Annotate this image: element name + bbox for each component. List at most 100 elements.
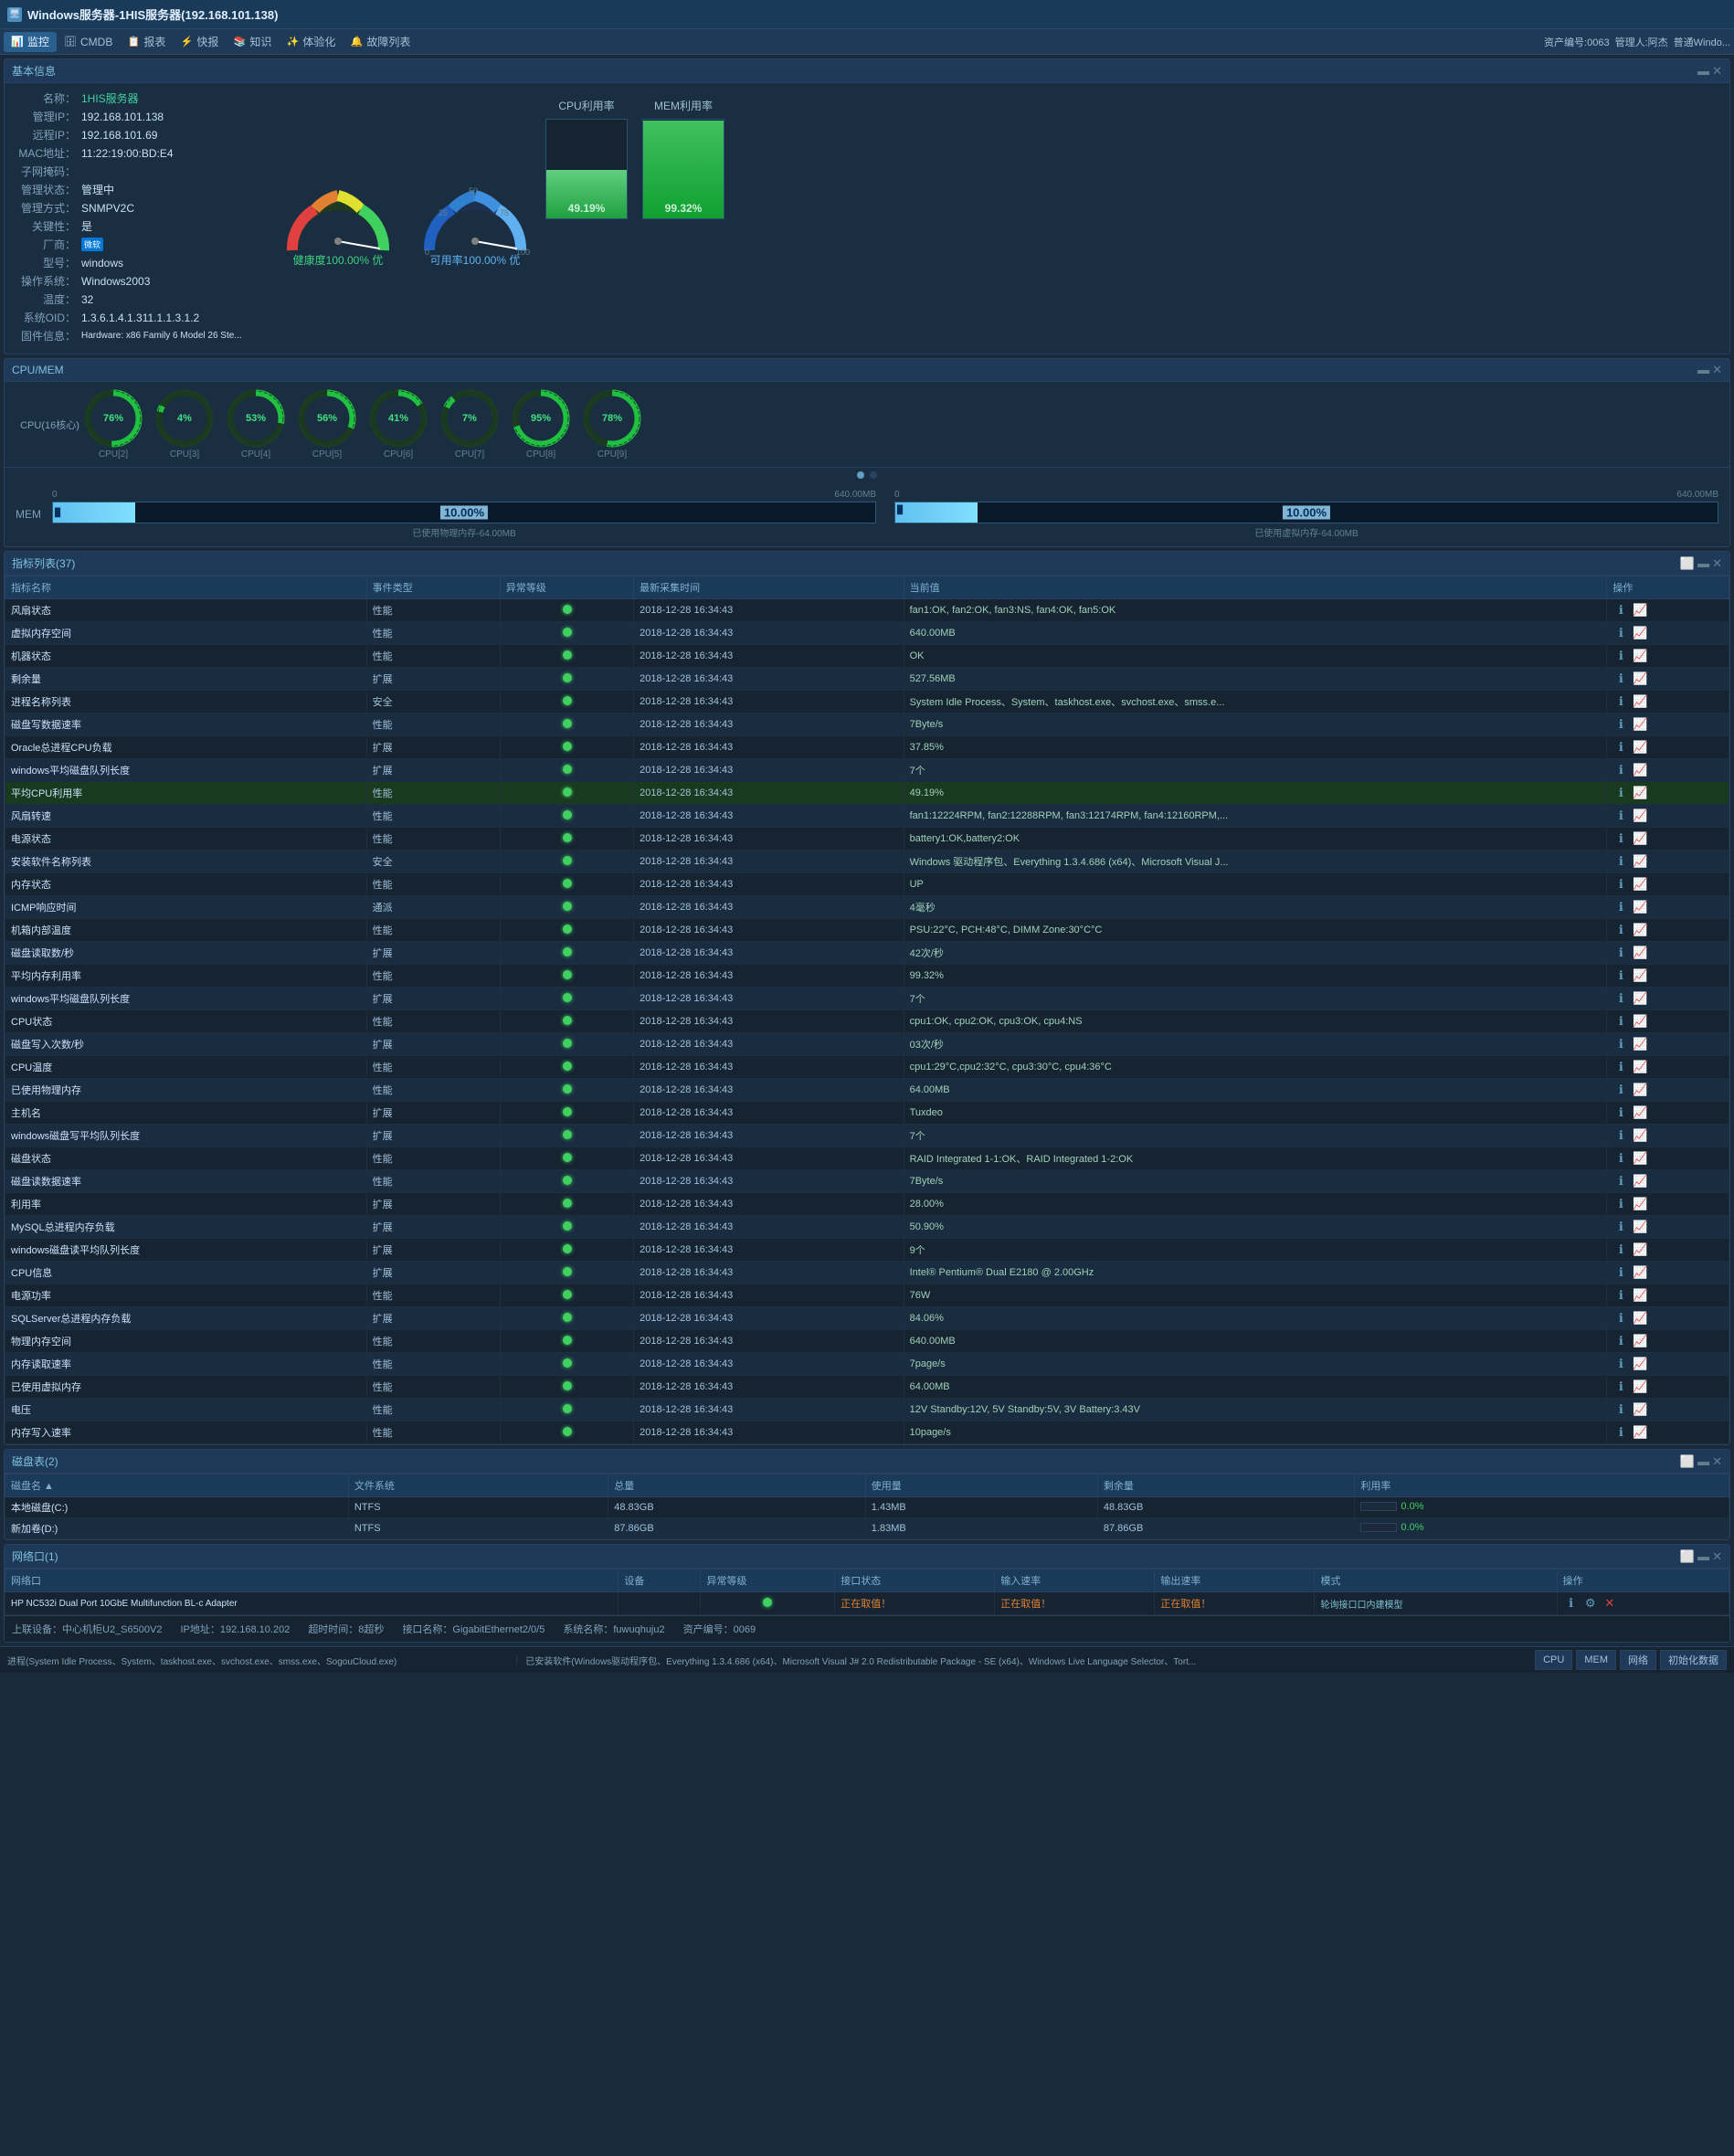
action-info-icon[interactable]: ℹ bbox=[1612, 1173, 1629, 1189]
action-chart-icon[interactable]: 📈 bbox=[1632, 602, 1648, 618]
nav-quick[interactable]: ⚡ 快报 bbox=[173, 32, 226, 52]
action-chart-icon[interactable]: 📈 bbox=[1632, 1150, 1648, 1167]
network-minimize-icon[interactable]: ▬ bbox=[1697, 1549, 1709, 1564]
disk-minimize-icon[interactable]: ▬ bbox=[1697, 1454, 1709, 1469]
action-info-icon[interactable]: ℹ bbox=[1612, 739, 1629, 756]
action-info-icon[interactable]: ℹ bbox=[1612, 1127, 1629, 1144]
action-chart-icon[interactable]: 📈 bbox=[1632, 671, 1648, 687]
page-dot-1[interactable] bbox=[857, 471, 864, 479]
action-chart-icon[interactable]: 📈 bbox=[1632, 1379, 1648, 1395]
action-chart-icon[interactable]: 📈 bbox=[1632, 808, 1648, 824]
action-chart-icon[interactable]: 📈 bbox=[1632, 1333, 1648, 1349]
action-info-icon[interactable]: ℹ bbox=[1612, 1379, 1629, 1395]
action-info-icon[interactable]: ℹ bbox=[1612, 1424, 1629, 1441]
action-chart-icon[interactable]: 📈 bbox=[1632, 648, 1648, 664]
action-info-icon[interactable]: ℹ bbox=[1612, 899, 1629, 915]
net-action-settings[interactable]: ⚙ bbox=[1582, 1595, 1599, 1612]
action-chart-icon[interactable]: 📈 bbox=[1632, 762, 1648, 778]
action-info-icon[interactable]: ℹ bbox=[1612, 648, 1629, 664]
action-info-icon[interactable]: ℹ bbox=[1612, 1104, 1629, 1121]
action-chart-icon[interactable]: 📈 bbox=[1632, 1036, 1648, 1052]
action-chart-icon[interactable]: 📈 bbox=[1632, 693, 1648, 710]
action-info-icon[interactable]: ℹ bbox=[1612, 1333, 1629, 1349]
action-info-icon[interactable]: ℹ bbox=[1612, 693, 1629, 710]
action-chart-icon[interactable]: 📈 bbox=[1632, 1287, 1648, 1304]
action-info-icon[interactable]: ℹ bbox=[1612, 1287, 1629, 1304]
action-chart-icon[interactable]: 📈 bbox=[1632, 899, 1648, 915]
tab-cpu[interactable]: CPU bbox=[1535, 1650, 1572, 1670]
cpumem-close-icon[interactable]: ✕ bbox=[1712, 363, 1722, 377]
action-info-icon[interactable]: ℹ bbox=[1612, 1310, 1629, 1326]
action-chart-icon[interactable]: 📈 bbox=[1632, 1173, 1648, 1189]
tab-network[interactable]: 网络 bbox=[1620, 1650, 1656, 1670]
action-info-icon[interactable]: ℹ bbox=[1612, 1356, 1629, 1372]
nav-report[interactable]: 📋 报表 bbox=[120, 32, 173, 52]
action-chart-icon[interactable]: 📈 bbox=[1632, 876, 1648, 893]
action-info-icon[interactable]: ℹ bbox=[1612, 716, 1629, 733]
action-info-icon[interactable]: ℹ bbox=[1612, 671, 1629, 687]
action-chart-icon[interactable]: 📈 bbox=[1632, 625, 1648, 641]
net-action-info[interactable]: ℹ bbox=[1563, 1595, 1580, 1612]
action-chart-icon[interactable]: 📈 bbox=[1632, 785, 1648, 801]
action-chart-icon[interactable]: 📈 bbox=[1632, 990, 1648, 1007]
action-chart-icon[interactable]: 📈 bbox=[1632, 1059, 1648, 1075]
action-info-icon[interactable]: ℹ bbox=[1612, 1264, 1629, 1281]
action-chart-icon[interactable]: 📈 bbox=[1632, 922, 1648, 938]
action-chart-icon[interactable]: 📈 bbox=[1632, 1219, 1648, 1235]
action-info-icon[interactable]: ℹ bbox=[1612, 1082, 1629, 1098]
action-chart-icon[interactable]: 📈 bbox=[1632, 1242, 1648, 1258]
action-info-icon[interactable]: ℹ bbox=[1612, 967, 1629, 984]
action-info-icon[interactable]: ℹ bbox=[1612, 1150, 1629, 1167]
action-chart-icon[interactable]: 📈 bbox=[1632, 1013, 1648, 1030]
action-chart-icon[interactable]: 📈 bbox=[1632, 830, 1648, 847]
action-chart-icon[interactable]: 📈 bbox=[1632, 716, 1648, 733]
tab-mem[interactable]: MEM bbox=[1576, 1650, 1616, 1670]
nav-cmdb[interactable]: 🗄 CMDB bbox=[57, 32, 120, 52]
action-chart-icon[interactable]: 📈 bbox=[1632, 1104, 1648, 1121]
action-info-icon[interactable]: ℹ bbox=[1612, 625, 1629, 641]
indicators-close-icon[interactable]: ✕ bbox=[1712, 556, 1722, 571]
action-chart-icon[interactable]: 📈 bbox=[1632, 1082, 1648, 1098]
action-info-icon[interactable]: ℹ bbox=[1612, 762, 1629, 778]
action-info-icon[interactable]: ℹ bbox=[1612, 1242, 1629, 1258]
action-chart-icon[interactable]: 📈 bbox=[1632, 1310, 1648, 1326]
action-chart-icon[interactable]: 📈 bbox=[1632, 1356, 1648, 1372]
action-info-icon[interactable]: ℹ bbox=[1612, 990, 1629, 1007]
net-action-delete[interactable]: ✕ bbox=[1602, 1595, 1618, 1612]
action-info-icon[interactable]: ℹ bbox=[1612, 1036, 1629, 1052]
action-info-icon[interactable]: ℹ bbox=[1612, 1401, 1629, 1418]
action-info-icon[interactable]: ℹ bbox=[1612, 602, 1629, 618]
disk-close-icon[interactable]: ✕ bbox=[1712, 1454, 1722, 1469]
action-info-icon[interactable]: ℹ bbox=[1612, 830, 1629, 847]
action-chart-icon[interactable]: 📈 bbox=[1632, 1401, 1648, 1418]
action-chart-icon[interactable]: 📈 bbox=[1632, 945, 1648, 961]
nav-experience[interactable]: ✨ 体验化 bbox=[279, 32, 343, 52]
action-info-icon[interactable]: ℹ bbox=[1612, 1196, 1629, 1212]
action-info-icon[interactable]: ℹ bbox=[1612, 922, 1629, 938]
action-info-icon[interactable]: ℹ bbox=[1612, 945, 1629, 961]
nav-knowledge[interactable]: 📚 知识 bbox=[226, 32, 279, 52]
action-chart-icon[interactable]: 📈 bbox=[1632, 739, 1648, 756]
indicators-minimize-icon[interactable]: ▬ bbox=[1697, 556, 1709, 571]
page-dot-2[interactable] bbox=[870, 471, 877, 479]
action-info-icon[interactable]: ℹ bbox=[1612, 1219, 1629, 1235]
action-chart-icon[interactable]: 📈 bbox=[1632, 1127, 1648, 1144]
action-info-icon[interactable]: ℹ bbox=[1612, 1013, 1629, 1030]
disk-expand-icon[interactable]: ⬜ bbox=[1680, 1454, 1695, 1469]
network-close-icon[interactable]: ✕ bbox=[1712, 1549, 1722, 1564]
cpumem-minimize-icon[interactable]: ▬ bbox=[1697, 363, 1709, 377]
action-chart-icon[interactable]: 📈 bbox=[1632, 1424, 1648, 1441]
action-info-icon[interactable]: ℹ bbox=[1612, 876, 1629, 893]
action-chart-icon[interactable]: 📈 bbox=[1632, 1196, 1648, 1212]
network-expand-icon[interactable]: ⬜ bbox=[1680, 1549, 1695, 1564]
action-chart-icon[interactable]: 📈 bbox=[1632, 1264, 1648, 1281]
indicators-expand-icon[interactable]: ⬜ bbox=[1680, 556, 1695, 571]
action-info-icon[interactable]: ℹ bbox=[1612, 1059, 1629, 1075]
tab-init-data[interactable]: 初始化数据 bbox=[1660, 1650, 1727, 1670]
action-info-icon[interactable]: ℹ bbox=[1612, 785, 1629, 801]
action-info-icon[interactable]: ℹ bbox=[1612, 808, 1629, 824]
nav-monitor[interactable]: 📊 监控 bbox=[4, 32, 57, 52]
action-chart-icon[interactable]: 📈 bbox=[1632, 967, 1648, 984]
action-info-icon[interactable]: ℹ bbox=[1612, 853, 1629, 870]
minimize-icon[interactable]: ▬ bbox=[1697, 64, 1709, 79]
